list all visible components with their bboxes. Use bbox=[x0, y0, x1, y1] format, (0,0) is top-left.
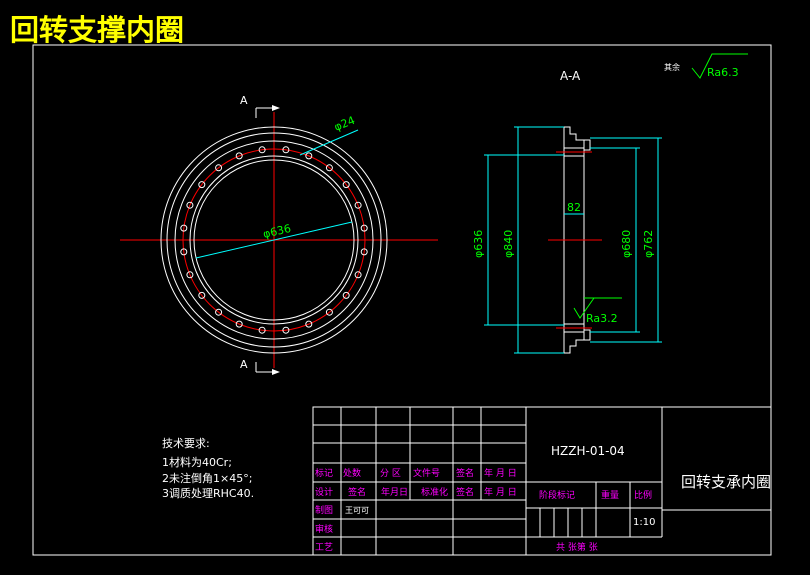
tb-designer: 王可可 bbox=[345, 506, 369, 515]
dim-82: 82 bbox=[567, 201, 581, 214]
tb-fenqu: 分 区 bbox=[380, 468, 401, 479]
tb-biaoji: 标记 bbox=[315, 467, 333, 479]
roughness-general-prefix: 其余 bbox=[664, 62, 680, 72]
scale-value: 1:10 bbox=[633, 517, 655, 528]
section-bottom-profile bbox=[564, 329, 591, 354]
dim-680: φ680 bbox=[620, 230, 633, 258]
front-view: A A φ24 φ636 bbox=[120, 94, 438, 375]
dim-636-side: φ636 bbox=[472, 230, 485, 258]
tb-bili: 比例 bbox=[634, 489, 652, 501]
dim-762: φ762 bbox=[642, 230, 655, 258]
tb-chushu: 处数 bbox=[343, 467, 361, 479]
dim-840: φ840 bbox=[502, 230, 515, 258]
tech-req-item-3: 3调质处理RHC40. bbox=[162, 487, 254, 500]
tech-req-heading: 技术要求: bbox=[162, 437, 210, 450]
tb-qianming2: 签名 bbox=[348, 486, 366, 498]
tb-nianyueri3: 年 月 日 bbox=[484, 486, 517, 498]
tb-qianming: 签名 bbox=[456, 467, 474, 479]
title-block-text: 标记 处数 分 区 文件号 签名 年 月 日 设计 签名 年月日 标准化 签名 … bbox=[315, 467, 652, 553]
part-name: 回转支承内圈 bbox=[681, 473, 771, 491]
tb-biaozhunhua: 标准化 bbox=[421, 486, 448, 498]
tb-wenjianhao: 文件号 bbox=[413, 467, 440, 479]
dim-bolt-hole: φ24 bbox=[332, 114, 357, 134]
tb-gongyi: 工艺 bbox=[315, 542, 333, 553]
section-label: A-A bbox=[560, 69, 581, 83]
drawing-frame bbox=[32, 44, 772, 556]
bolt-hole-leader bbox=[299, 129, 359, 156]
roughness-general: Ra6.3 bbox=[707, 66, 739, 79]
dim-bore-front: φ636 bbox=[262, 222, 292, 241]
tb-sheji: 设计 bbox=[315, 486, 333, 498]
tb-qianming3: 签名 bbox=[456, 486, 474, 498]
tb-zhongliang: 重量 bbox=[601, 489, 619, 501]
tb-nianyueri: 年 月 日 bbox=[484, 467, 517, 479]
tb-nianyueri2: 年月日 bbox=[381, 486, 408, 498]
tb-sheet: 共 张第 张 bbox=[556, 541, 598, 553]
cut-arrow-top-head bbox=[272, 105, 280, 111]
cut-label-top: A bbox=[240, 94, 248, 107]
tb-jieduan: 阶段标记 bbox=[539, 489, 575, 501]
tb-zhitu: 制图 bbox=[315, 504, 333, 516]
cad-drawing-canvas: 回转支撑内圈 A A φ24 φ636 A-A φ636 φ840 φ680 φ… bbox=[10, 13, 772, 556]
tech-req-item-1: 1材料为40Cr; bbox=[162, 455, 232, 469]
drawing-number: HZZH-01-04 bbox=[551, 444, 625, 458]
section-view: A-A φ636 φ840 φ680 φ762 82 Ra3.2 bbox=[472, 69, 662, 354]
section-top-profile bbox=[564, 126, 591, 151]
cut-label-bottom: A bbox=[240, 358, 248, 371]
tech-req-item-2: 2未注倒角1×45°; bbox=[162, 471, 252, 485]
app-title: 回转支撑内圈 bbox=[10, 13, 184, 47]
roughness-local: Ra3.2 bbox=[586, 312, 618, 325]
cut-arrow-bottom-head bbox=[272, 369, 280, 375]
tb-shenhe: 审核 bbox=[315, 523, 333, 535]
tech-requirements: 技术要求: 1材料为40Cr; 2未注倒角1×45°; 3调质处理RHC40. bbox=[162, 437, 254, 500]
